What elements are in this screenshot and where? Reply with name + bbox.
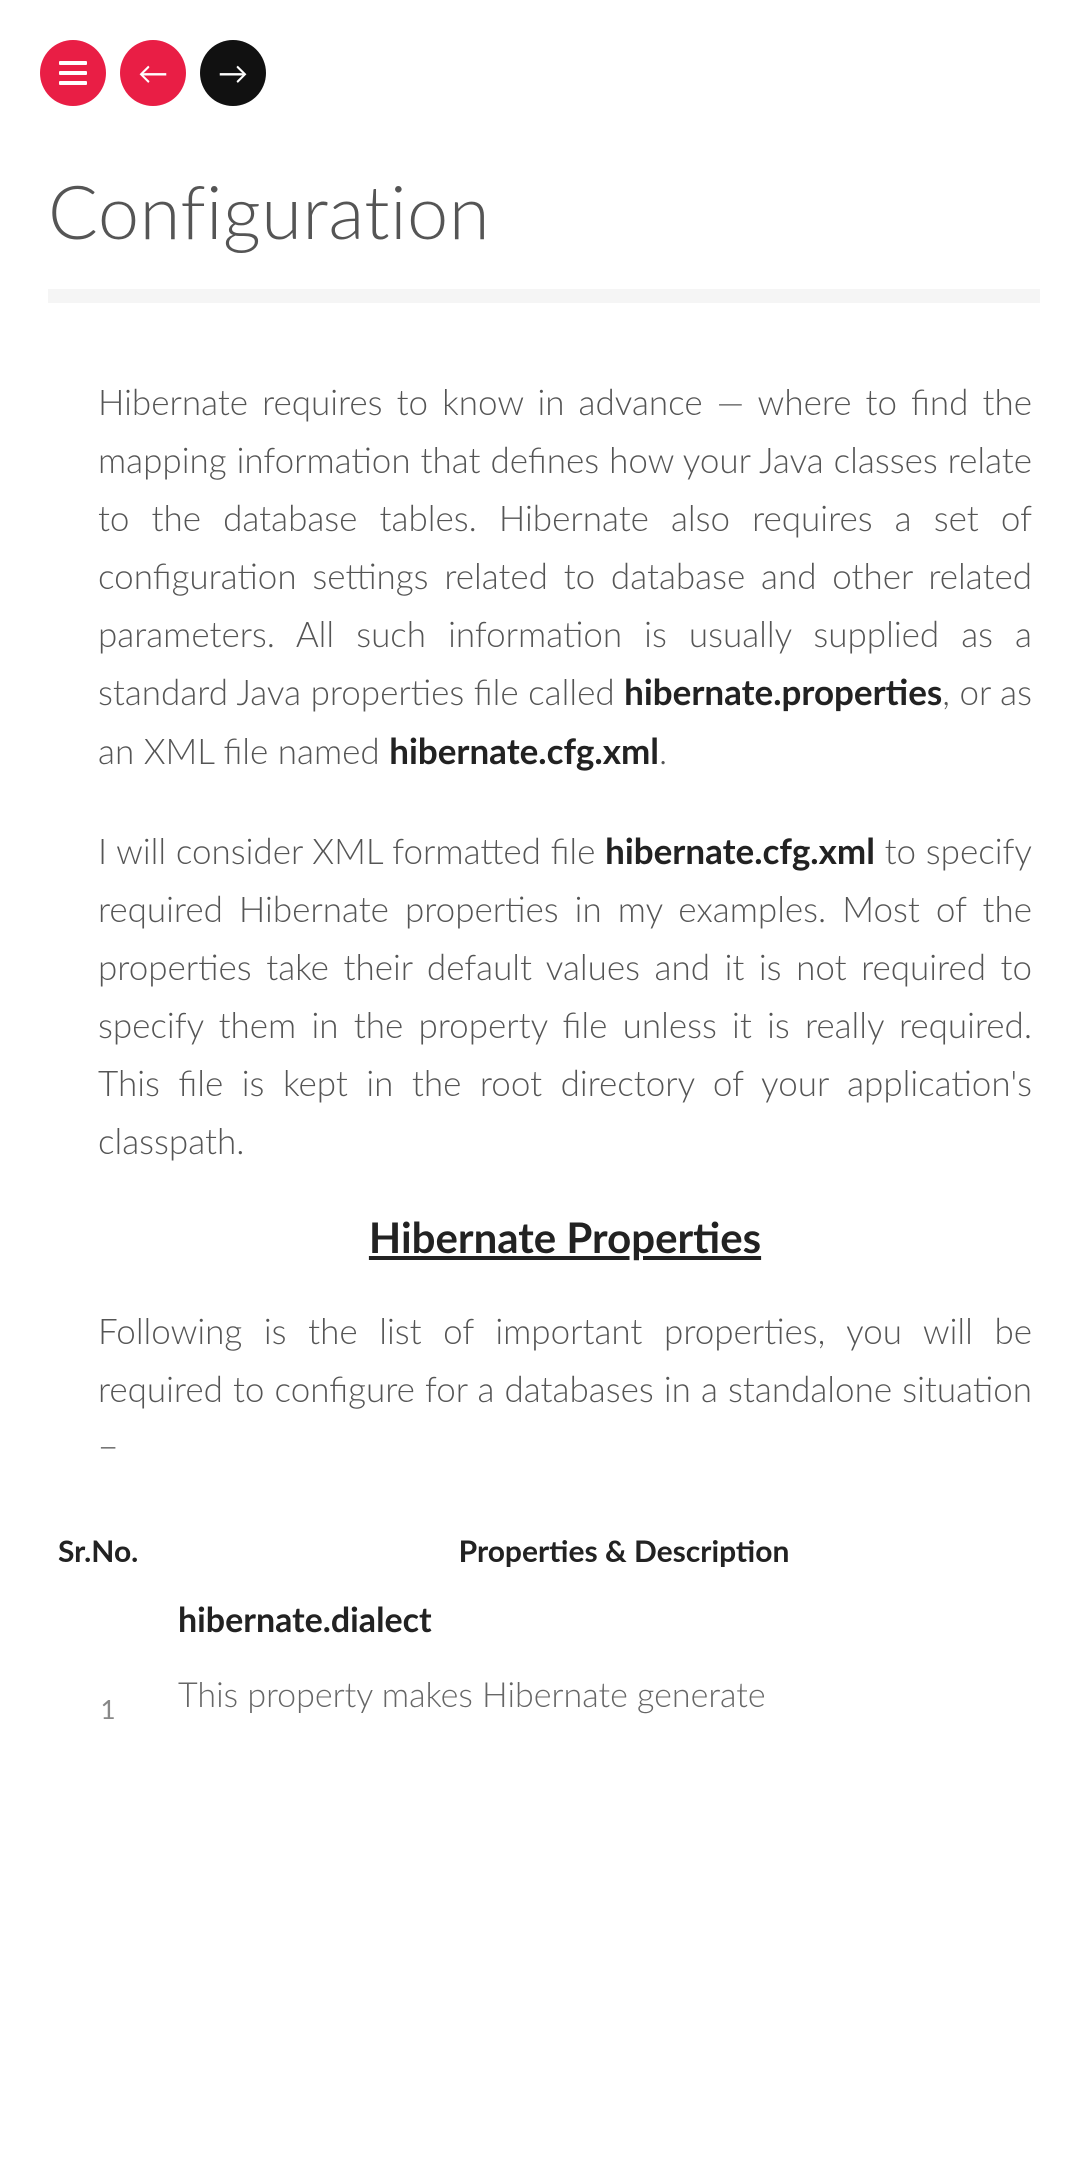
page-title: Configuration — [0, 106, 1080, 289]
col-header-srno: Sr.No. — [48, 1519, 168, 1583]
row-content: hibernate.dialect This property makes Hi… — [168, 1583, 1080, 1725]
property-name: hibernate.dialect — [178, 1599, 1070, 1640]
next-button[interactable]: → — [200, 40, 266, 106]
section-heading: Hibernate Properties — [98, 1212, 1032, 1262]
hamburger-icon — [59, 61, 87, 85]
properties-table: Sr.No. Properties & Description 1 hibern… — [48, 1519, 1080, 1725]
row-srno: 1 — [48, 1583, 168, 1725]
intro-paragraph-2: I will consider XML formatted file hiber… — [98, 822, 1032, 1171]
property-description: This property makes Hibernate generate — [178, 1668, 1070, 1722]
title-divider — [48, 289, 1040, 303]
col-header-properties: Properties & Description — [168, 1519, 1080, 1583]
properties-intro-paragraph: Following is the list of important prope… — [98, 1302, 1032, 1476]
cfg-file-name-2: hibernate.cfg.xml — [605, 830, 875, 872]
prev-button[interactable]: ← — [120, 40, 186, 106]
arrow-left-icon: ← — [138, 58, 168, 88]
cfg-file-name: hibernate.cfg.xml — [389, 730, 659, 772]
intro-paragraph-1: Hibernate requires to know in advance — … — [98, 373, 1032, 780]
prop-file-name: hibernate.properties — [624, 671, 942, 713]
arrow-right-icon: → — [218, 58, 248, 88]
table-row: 1 hibernate.dialect This property makes … — [48, 1583, 1080, 1725]
menu-button[interactable] — [40, 40, 106, 106]
